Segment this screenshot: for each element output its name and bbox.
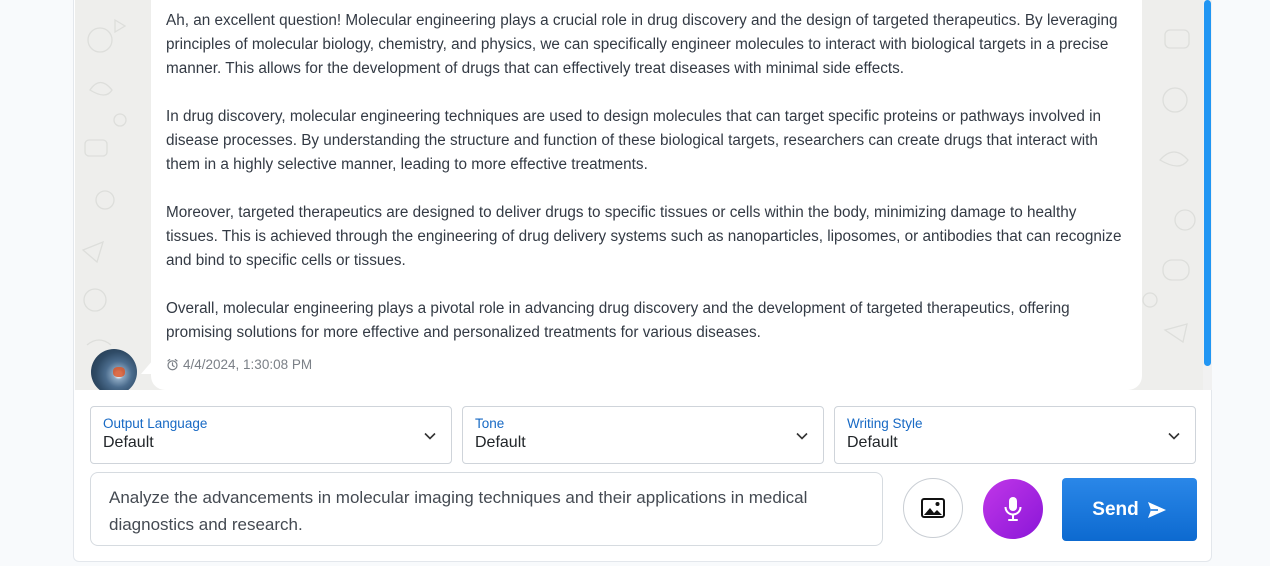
chevron-down-icon — [424, 432, 436, 440]
chat-history[interactable]: Ah, an excellent question! Molecular eng… — [75, 0, 1212, 390]
chat-panel: Ah, an excellent question! Molecular eng… — [73, 0, 1212, 562]
writing-style-label: Writing Style — [847, 416, 923, 431]
microphone-icon — [1004, 497, 1022, 521]
output-language-select[interactable]: Output Language Default — [90, 406, 452, 464]
upload-image-button[interactable] — [903, 478, 963, 538]
image-icon — [921, 498, 945, 518]
timestamp-text: 4/4/2024, 1:30:08 PM — [183, 357, 313, 372]
message-timestamp: 4/4/2024, 1:30:08 PM — [166, 357, 312, 372]
chevron-down-icon — [1168, 432, 1180, 440]
chevron-down-icon — [796, 432, 808, 440]
tone-label: Tone — [475, 416, 505, 431]
send-button-label: Send — [1092, 498, 1139, 520]
options-row: Output Language Default Tone Default Wri… — [90, 406, 1196, 464]
message-paragraph: In drug discovery, molecular engineering… — [166, 108, 1102, 173]
message-paragraph: Overall, molecular engineering plays a p… — [166, 300, 1070, 341]
output-language-label: Output Language — [103, 416, 208, 431]
send-button[interactable]: Send — [1062, 478, 1197, 541]
voice-input-button[interactable] — [983, 479, 1043, 539]
send-arrow-icon — [1147, 501, 1166, 518]
writing-style-select[interactable]: Writing Style Default — [834, 406, 1196, 464]
output-language-value: Default — [103, 434, 154, 451]
chat-scrollbar[interactable] — [1203, 0, 1212, 390]
message-paragraph: Moreover, targeted therapeutics are desi… — [166, 204, 1122, 269]
tone-select[interactable]: Tone Default — [462, 406, 824, 464]
message-paragraph: Ah, an excellent question! Molecular eng… — [166, 12, 1118, 77]
alarm-clock-icon — [167, 358, 178, 371]
tone-value: Default — [475, 434, 526, 451]
prompt-input[interactable]: Analyze the advancements in molecular im… — [90, 472, 883, 546]
chat-scrollbar-thumb[interactable] — [1204, 0, 1211, 366]
assistant-message-bubble: Ah, an excellent question! Molecular eng… — [151, 0, 1142, 390]
assistant-avatar — [91, 349, 137, 390]
writing-style-value: Default — [847, 434, 898, 451]
